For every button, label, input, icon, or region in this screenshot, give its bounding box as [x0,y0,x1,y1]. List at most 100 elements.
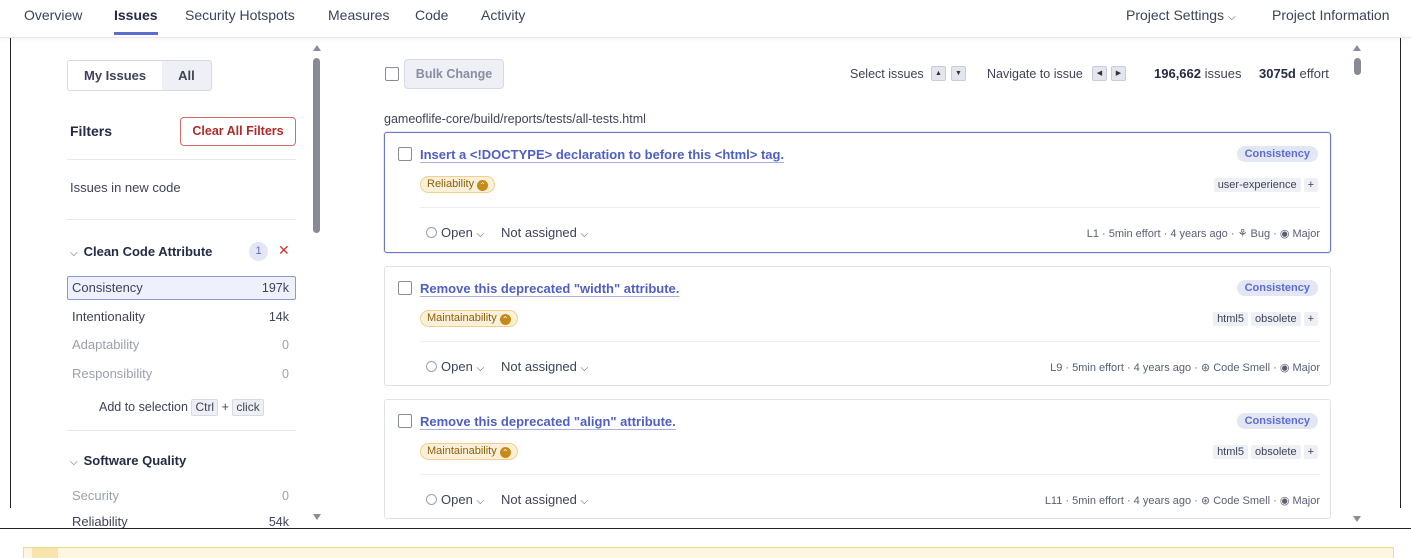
all-issues-button[interactable]: All [162,61,211,90]
arrow-left-key-icon: ◀ [1092,66,1107,81]
click-key: click [232,399,264,416]
sidebar-scroll-up-icon[interactable] [313,45,321,51]
add-tag-icon[interactable]: + [1303,445,1318,459]
filters-heading: Filters [70,123,113,139]
tab-code[interactable]: Code [415,7,448,23]
facet-item-label: Intentionality [72,309,145,324]
add-tag-icon[interactable]: + [1303,178,1318,192]
ctrl-key: Ctrl [191,399,219,416]
status-circle-icon [426,494,437,505]
chevron-down-icon: ⌵ [580,363,589,374]
assignee-label: Not assigned [501,359,577,374]
chevron-down-icon: ⌵ [70,457,78,468]
sidebar-scrollbar-thumb[interactable] [313,58,320,233]
issues-in-new-code-toggle[interactable]: Issues in new code [70,180,181,195]
issue-checkbox[interactable] [398,414,412,428]
quality-label: Reliability [427,178,475,190]
issue-card[interactable]: Insert a <!DOCTYPE> declaration to befor… [384,132,1331,253]
facet-item-consistency[interactable]: Consistency 197k [67,276,296,300]
navigate-to-issue-label: Navigate to issue [987,67,1083,81]
clean-code-attribute-badge: Consistency [1236,146,1318,162]
chevron-down-icon: ⌵ [580,229,589,240]
issue-title-link[interactable]: Remove this deprecated "align" attribute… [420,414,676,429]
issue-card[interactable]: Remove this deprecated "align" attribute… [384,399,1331,519]
issue-checkbox[interactable] [398,147,412,161]
facet-item-intentionality[interactable]: Intentionality 14k [67,305,296,329]
status-dropdown[interactable]: Open ⌵ [426,492,484,507]
clean-code-attribute-badge: Consistency [1236,280,1318,296]
project-settings-menu[interactable]: Project Settings ⌵ [1126,7,1236,23]
issue-meta: L9 · 5min effort · 4 years ago · ⊛ Code … [1050,362,1320,374]
chevron-down-icon: ⌵ [476,496,485,507]
software-quality-badge[interactable]: Reliability ⌃ [420,176,496,193]
status-circle-icon [426,361,437,372]
project-information-link[interactable]: Project Information [1272,7,1390,23]
issue-title-link[interactable]: Remove this deprecated "width" attribute… [420,281,679,296]
status-dropdown[interactable]: Open ⌵ [426,225,484,240]
facet-item-label: Security [72,488,119,503]
main-scroll-down-icon[interactable] [1353,516,1361,522]
facet-item-label: Consistency [72,280,143,295]
facet-title: Software Quality [83,453,187,468]
select-issues-label: Select issues [850,67,924,81]
my-issues-button[interactable]: My Issues [68,61,163,90]
assignee-dropdown[interactable]: Not assigned ⌵ [501,359,588,374]
chevron-down-icon: ⌵ [580,496,589,507]
clean-code-attribute-facet-header[interactable]: ⌵ Clean Code Attribute [70,244,212,259]
top-navigation: Overview Issues Security Hotspots Measur… [0,0,1411,38]
tab-security-hotspots[interactable]: Security Hotspots [185,7,295,23]
divider [67,159,296,160]
tag: obsolete [1250,312,1301,326]
tab-activity[interactable]: Activity [481,7,525,23]
facet-item-adaptability[interactable]: Adaptability 0 [67,333,296,357]
sidebar-scroll-down-icon[interactable] [313,514,321,520]
effort-label: effort [1299,66,1329,81]
chevron-down-icon: ⌵ [70,248,78,259]
issue-meta: L1 · 5min effort · 4 years ago · ⚘ Bug ·… [1086,228,1320,240]
issue-title-link[interactable]: Insert a <!DOCTYPE> declaration to befor… [420,147,784,162]
select-all-checkbox[interactable] [385,67,399,81]
facet-item-count: 14k [268,310,289,324]
add-tag-icon[interactable]: + [1303,312,1318,326]
selected-count-badge: 1 [249,242,268,261]
assignee-dropdown[interactable]: Not assigned ⌵ [501,225,588,240]
tab-issues[interactable]: Issues [114,7,158,35]
main-scroll-up-icon[interactable] [1353,45,1361,51]
facet-item-count: 0 [282,489,289,503]
bulk-change-button[interactable]: Bulk Change [404,59,504,89]
main-scrollbar-thumb[interactable] [1354,58,1361,75]
file-path: gameoflife-core/build/reports/tests/all-… [384,112,646,126]
facet-item-reliability[interactable]: Reliability 54k [67,510,296,528]
issue-card[interactable]: Remove this deprecated "width" attribute… [384,266,1331,386]
status-dropdown[interactable]: Open ⌵ [426,359,484,374]
hint-text: Add to selection [99,400,188,414]
software-quality-facet-header[interactable]: ⌵ Software Quality [70,453,186,468]
tab-overview[interactable]: Overview [24,7,82,23]
chevron-down-icon: ⌵ [476,363,485,374]
software-quality-badge[interactable]: Maintainability ⌃ [420,310,518,327]
software-quality-badge[interactable]: Maintainability ⌃ [420,443,518,460]
frame-edge [1400,38,1401,508]
clean-code-attribute-badge: Consistency [1236,413,1318,429]
arrow-right-key-icon: ▶ [1111,66,1126,81]
issue-meta: L11 · 5min effort · 4 years ago · ⊛ Code… [1044,495,1320,507]
facet-item-count: 54k [268,515,289,528]
tag: user-experience [1213,178,1301,192]
assignee-dropdown[interactable]: Not assigned ⌵ [501,492,588,507]
issue-tags[interactable]: user-experience + [1213,178,1318,192]
plus-sign: + [221,400,229,414]
filters-sidebar: My Issues All Filters Clear All Filters … [55,38,310,528]
clear-all-filters-button[interactable]: Clear All Filters [180,117,296,146]
issue-checkbox[interactable] [398,281,412,295]
tag: html5 [1213,445,1248,459]
issue-tags[interactable]: html5 obsolete + [1213,445,1318,459]
facet-item-security[interactable]: Security 0 [67,484,296,508]
severity-up-icon: ⌃ [499,447,511,458]
tag: html5 [1213,312,1248,326]
status-circle-icon [426,227,437,238]
clear-facet-icon[interactable]: ✕ [278,242,290,259]
divider [420,474,1320,475]
facet-item-responsibility[interactable]: Responsibility 0 [67,362,296,386]
issue-tags[interactable]: html5 obsolete + [1213,312,1318,326]
tab-measures[interactable]: Measures [328,7,389,23]
